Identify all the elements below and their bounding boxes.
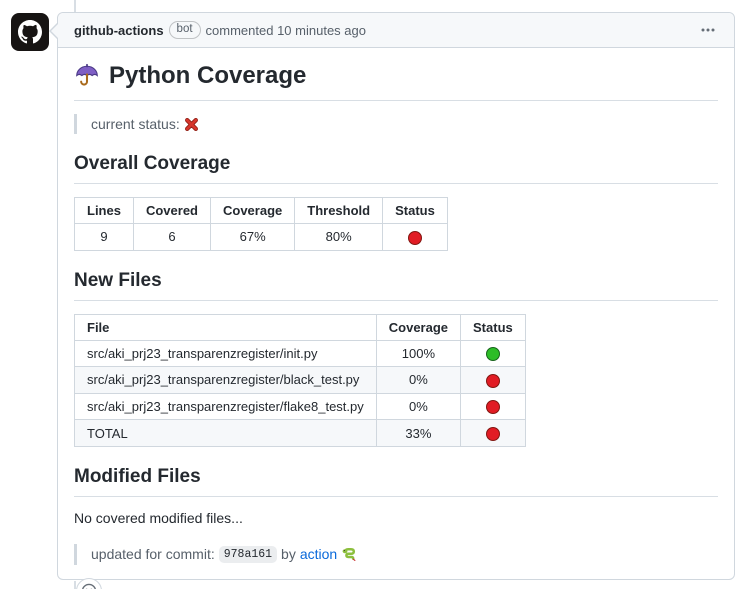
col-covered: Covered (133, 198, 210, 224)
col-coverage: Coverage (376, 314, 460, 340)
comment-header: github-actions bot commented 10 minutes … (58, 13, 734, 48)
table-row: src/aki_prj23_transparenzregister/black_… (75, 367, 526, 394)
covered-value: 6 (133, 224, 210, 251)
col-file: File (75, 314, 377, 340)
coverage-value: 67% (211, 224, 295, 251)
table-row: src/aki_prj23_transparenzregister/flake8… (75, 393, 526, 420)
status-circle-icon (486, 400, 500, 414)
report-title: Python Coverage (74, 62, 718, 101)
no-modified-files-text: No covered modified files... (74, 510, 718, 526)
comment-card: github-actions bot commented 10 minutes … (57, 12, 735, 580)
status-value (461, 367, 526, 394)
snake-icon (341, 546, 357, 562)
page: github-actions bot commented 10 minutes … (0, 0, 741, 589)
smiley-icon (81, 583, 97, 589)
status-circle-icon (486, 427, 500, 441)
umbrella-icon (74, 63, 100, 89)
table-row: src/aki_prj23_transparenzregister/init.p… (75, 340, 526, 367)
status-circle-icon (486, 374, 500, 388)
bot-badge: bot (169, 21, 201, 40)
comment-body: Python Coverage current status: Overall … (58, 48, 734, 589)
status-circle-icon (486, 347, 500, 361)
coverage-value: 0% (376, 367, 460, 394)
col-threshold: Threshold (295, 198, 383, 224)
file-path: src/aki_prj23_transparenzregister/flake8… (75, 393, 377, 420)
new-files-table: File Coverage Status src/aki_prj23_trans… (74, 314, 526, 447)
col-status: Status (461, 314, 526, 340)
current-status-label: current status: (91, 116, 180, 132)
table-row-total: TOTAL 33% (75, 420, 526, 447)
action-link[interactable]: action (300, 546, 337, 562)
cross-mark-icon (184, 117, 199, 132)
lines-value: 9 (75, 224, 134, 251)
commit-sha: 978a161 (219, 546, 277, 563)
status-value (461, 420, 526, 447)
threshold-value: 80% (295, 224, 383, 251)
overall-coverage-table: Lines Covered Coverage Threshold Status … (74, 197, 448, 251)
status-circle-icon (408, 231, 422, 245)
col-coverage: Coverage (211, 198, 295, 224)
file-path: src/aki_prj23_transparenzregister/init.p… (75, 340, 377, 367)
status-value (461, 393, 526, 420)
total-label: TOTAL (75, 420, 377, 447)
commit-prefix: updated for commit: (91, 546, 215, 562)
table-header-row: File Coverage Status (75, 314, 526, 340)
avatar[interactable] (11, 13, 49, 51)
coverage-value: 100% (376, 340, 460, 367)
coverage-value: 0% (376, 393, 460, 420)
modified-files-heading: Modified Files (74, 466, 718, 497)
github-octocat-logo-icon (11, 13, 49, 51)
status-value (383, 224, 448, 251)
commit-quote: updated for commit: 978a161 by action (74, 544, 718, 565)
col-status: Status (383, 198, 448, 224)
file-path: src/aki_prj23_transparenzregister/black_… (75, 367, 377, 394)
table-row: 9 6 67% 80% (75, 224, 448, 251)
col-lines: Lines (75, 198, 134, 224)
current-status-quote: current status: (74, 114, 718, 134)
author-link[interactable]: github-actions (74, 23, 164, 38)
status-value (461, 340, 526, 367)
new-files-heading: New Files (74, 270, 718, 301)
commit-connector: by (281, 546, 296, 562)
table-header-row: Lines Covered Coverage Threshold Status (75, 198, 448, 224)
page-title: Python Coverage (109, 62, 306, 90)
kebab-horizontal-icon[interactable] (698, 20, 718, 40)
add-reaction-button[interactable] (76, 578, 102, 589)
timestamp[interactable]: commented 10 minutes ago (206, 23, 366, 38)
overall-coverage-heading: Overall Coverage (74, 153, 718, 184)
coverage-value: 33% (376, 420, 460, 447)
